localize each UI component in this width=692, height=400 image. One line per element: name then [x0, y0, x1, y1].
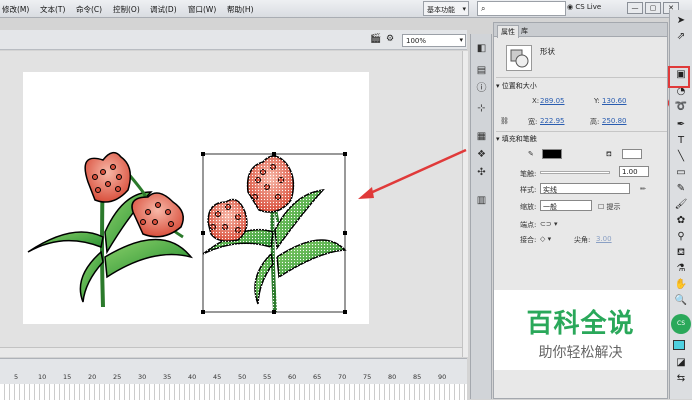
stroke-slider[interactable]	[540, 171, 610, 174]
eyedropper-tool-icon[interactable]: ⚗	[673, 262, 689, 277]
scale-label: 缩放:	[520, 203, 537, 211]
watermark-title: 百科全说	[526, 309, 635, 339]
timeline-tick: 5	[14, 373, 19, 381]
text-tool-icon[interactable]: T	[673, 134, 689, 149]
subselection-tool-icon[interactable]: ⇗	[673, 30, 689, 45]
section-fill-stroke[interactable]: ▾ 填充和笔触	[496, 134, 537, 144]
timeline-tick: 40	[188, 373, 197, 381]
height-label: 高:	[590, 118, 600, 126]
join-label: 接合:	[520, 236, 537, 244]
cap-select[interactable]: ⊂⊃ ▾	[540, 220, 557, 228]
highlight-box	[668, 66, 690, 88]
color-panel-icon[interactable]: ◧	[474, 42, 489, 57]
pencil-tool-icon[interactable]: ✎	[673, 182, 689, 197]
timeline-tick: 55	[263, 373, 272, 381]
edit-stroke-icon[interactable]: ✏	[640, 185, 646, 193]
stroke-label: 笔触:	[520, 170, 537, 178]
timeline-tick: 90	[438, 373, 447, 381]
width-value[interactable]: 222.95	[540, 117, 565, 125]
panel-tabs: 属性 库	[494, 23, 667, 38]
deco-tool-icon[interactable]: ✿	[673, 214, 689, 229]
bone-tool-icon[interactable]: ⚲	[673, 230, 689, 245]
stroke-value[interactable]: 1.00	[619, 166, 649, 177]
line-tool-icon[interactable]: ╲	[673, 150, 689, 165]
x-label: X:	[532, 97, 540, 105]
style-select[interactable]: 实线	[540, 183, 630, 194]
pencil-icon: ✎	[528, 150, 534, 158]
panel-icon-strip: ◧ ▤ ⓘ ⊹ ▦ ❖ ✣ ▥	[470, 34, 492, 399]
section-position-size[interactable]: ▾ 位置和大小	[496, 81, 537, 91]
y-label: Y:	[594, 97, 600, 105]
paint-bucket-icon: ⛾	[606, 150, 612, 158]
swatches-icon[interactable]: ▤	[474, 64, 489, 79]
fill-color-icon[interactable]: ◪	[673, 356, 689, 371]
join-select[interactable]: ◇ ▾	[540, 235, 551, 243]
timeline-tick: 50	[238, 373, 247, 381]
tab-library[interactable]: 库	[518, 25, 531, 37]
history-icon[interactable]: ▦	[474, 130, 489, 145]
style-label: 样式:	[520, 186, 537, 194]
stroke-color-swatch[interactable]	[542, 149, 562, 159]
y-value[interactable]: 130.60	[602, 97, 627, 105]
library-icon[interactable]: ▥	[474, 194, 489, 209]
components-icon[interactable]: ❖	[474, 148, 489, 163]
miter-label: 尖角:	[574, 236, 591, 244]
watermark: 百科全说 助你轻松解决	[494, 290, 667, 370]
motion-presets-icon[interactable]: ✣	[474, 166, 489, 181]
stroke-color-icon[interactable]	[673, 340, 685, 350]
tab-properties[interactable]: 属性	[497, 25, 519, 38]
timeline-tick: 80	[388, 373, 397, 381]
timeline-tick: 65	[313, 373, 322, 381]
timeline-tick: 30	[138, 373, 147, 381]
miter-value[interactable]: 3.00	[596, 235, 612, 243]
lock-ratio-icon[interactable]: ⛓	[500, 117, 509, 125]
timeline-tick: 20	[88, 373, 97, 381]
cs-badge-icon: CS	[671, 314, 691, 334]
scale-select[interactable]: 一般	[540, 200, 592, 211]
shape-icon	[506, 45, 532, 71]
timeline-tick: 15	[63, 373, 72, 381]
timeline-tick: 45	[213, 373, 222, 381]
hand-tool-icon[interactable]: ✋	[673, 278, 689, 293]
lasso-tool-icon[interactable]: ➰	[673, 100, 689, 115]
timeline-tick: 25	[113, 373, 122, 381]
paint-bucket-tool-icon[interactable]: ⛾	[673, 246, 689, 261]
selection-tool-icon[interactable]: ➤	[673, 14, 689, 29]
height-value[interactable]: 250.80	[602, 117, 627, 125]
watermark-subtitle: 助你轻松解决	[538, 345, 623, 361]
brush-tool-icon[interactable]: 🖌	[673, 198, 689, 213]
instance-type-label: 形状	[540, 47, 555, 56]
section-fill-label: 填充和笔触	[501, 135, 537, 143]
timeline-tick: 10	[38, 373, 47, 381]
pen-tool-icon[interactable]: ✒	[673, 118, 689, 133]
rectangle-tool-icon[interactable]: ▭	[673, 166, 689, 181]
width-label: 宽:	[528, 118, 538, 126]
fill-color-swatch[interactable]	[622, 149, 642, 159]
hint-label: 提示	[606, 203, 621, 211]
timeline-tick: 70	[338, 373, 347, 381]
timeline-tick: 35	[163, 373, 172, 381]
transform-icon[interactable]: ⊹	[474, 102, 489, 117]
hint-checkbox[interactable]: ☐ 提示	[598, 202, 621, 212]
x-value[interactable]: 289.05	[540, 97, 565, 105]
section-position-label: 位置和大小	[501, 82, 537, 90]
divider	[496, 131, 667, 132]
timeline-tick: 60	[288, 373, 297, 381]
timeline-tick: 75	[363, 373, 372, 381]
timeline-tick: 85	[413, 373, 422, 381]
divider	[496, 77, 667, 78]
info-icon[interactable]: ⓘ	[474, 82, 489, 97]
timeline-frames[interactable]	[0, 384, 467, 400]
zoom-tool-icon[interactable]: 🔍	[673, 294, 689, 309]
swap-colors-icon[interactable]: ⇆	[673, 372, 689, 387]
cap-label: 端点:	[520, 221, 537, 229]
timeline[interactable]: 5 10 15 20 25 30 35 40 45 50 55 60 65 70…	[0, 358, 467, 400]
